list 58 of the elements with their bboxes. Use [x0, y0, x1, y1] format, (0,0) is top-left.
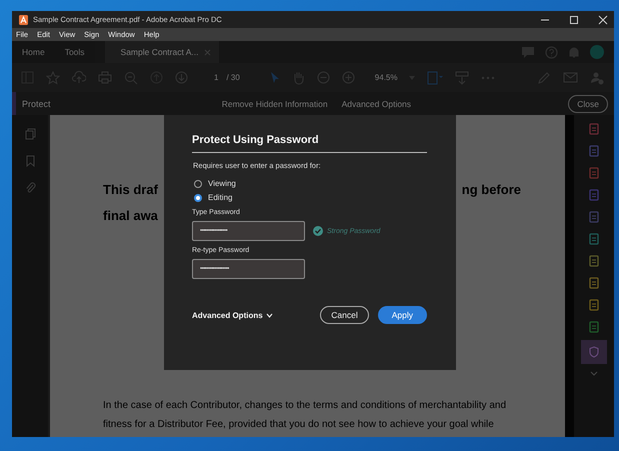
bookmark-icon[interactable]: [26, 155, 34, 167]
body-paragraph: In the case of each Contributor, changes to the terms and conditions of merchantability and fitness for a Distributor Fee, provided that you do not see how to achieve your goal while: [103, 399, 508, 432]
heading-text: final awa: [103, 207, 158, 225]
tool-icon[interactable]: [588, 145, 600, 157]
tool-icon[interactable]: [588, 123, 600, 135]
chevron-down-icon[interactable]: [590, 371, 598, 376]
tool-icon[interactable]: [588, 167, 600, 179]
page-number-field[interactable]: 1: [214, 73, 218, 82]
heading-text: This draf: [103, 181, 158, 199]
plus-circle-icon[interactable]: [342, 71, 355, 84]
cancel-button[interactable]: Cancel: [320, 306, 369, 324]
close-button[interactable]: Close: [568, 94, 608, 112]
app-icon: [19, 14, 28, 24]
star-icon[interactable]: [46, 70, 60, 84]
tab[interactable]: Sample Contract A...: [104, 41, 220, 63]
heading-text: ng before: [462, 181, 521, 199]
advanced-options-link[interactable]: Advanced Options: [192, 310, 273, 320]
maximize-icon[interactable]: [569, 14, 579, 24]
zoom-dropdown[interactable]: 94.5%: [374, 73, 416, 82]
check-circle-icon: [313, 226, 323, 236]
comment-icon[interactable]: [521, 46, 535, 58]
apply-button[interactable]: Apply: [378, 306, 427, 324]
upload-icon[interactable]: [72, 71, 86, 84]
zoom-out-icon[interactable]: [124, 70, 138, 84]
toolbar-action[interactable]: Advanced Options: [342, 98, 412, 108]
scroll-mode-icon[interactable]: [455, 70, 470, 84]
print-icon[interactable]: [98, 71, 112, 84]
hand-icon[interactable]: [292, 70, 305, 84]
radio-button[interactable]: [194, 180, 202, 188]
fit-page-icon[interactable]: [427, 70, 444, 85]
chevron-down-icon: [266, 312, 273, 318]
pen-icon[interactable]: [537, 70, 551, 84]
dialog-title: Protect Using Password: [192, 134, 320, 146]
scrollbar[interactable]: [565, 115, 574, 437]
paperclip-icon[interactable]: [24, 182, 36, 194]
pages-icon[interactable]: [24, 128, 36, 140]
tool-icon[interactable]: [588, 211, 600, 223]
user-add-icon[interactable]: [590, 70, 604, 84]
radio-label[interactable]: Viewing: [208, 179, 236, 188]
mail-icon[interactable]: [563, 72, 578, 83]
tool-icon[interactable]: [588, 299, 600, 311]
tool-icon[interactable]: [588, 189, 600, 201]
bell-icon[interactable]: [568, 46, 580, 58]
radio-button[interactable]: [194, 194, 202, 202]
radio-label[interactable]: Editing: [208, 193, 232, 202]
pointer-icon[interactable]: [270, 71, 280, 84]
tool-icon[interactable]: [588, 233, 600, 245]
minus-circle-icon[interactable]: [316, 71, 330, 84]
tool-title: Protect: [22, 98, 51, 108]
page-total: / 30: [226, 73, 240, 82]
arrow-down-icon[interactable]: [175, 71, 188, 84]
tool-icon[interactable]: [588, 321, 600, 333]
help-icon[interactable]: [545, 46, 558, 58]
tool-icon[interactable]: [588, 255, 600, 267]
toolbar-action[interactable]: Remove Hidden Information: [222, 98, 328, 108]
shield-icon[interactable]: [581, 340, 607, 364]
avatar-icon[interactable]: [590, 45, 604, 59]
tool-icon[interactable]: [588, 277, 600, 289]
